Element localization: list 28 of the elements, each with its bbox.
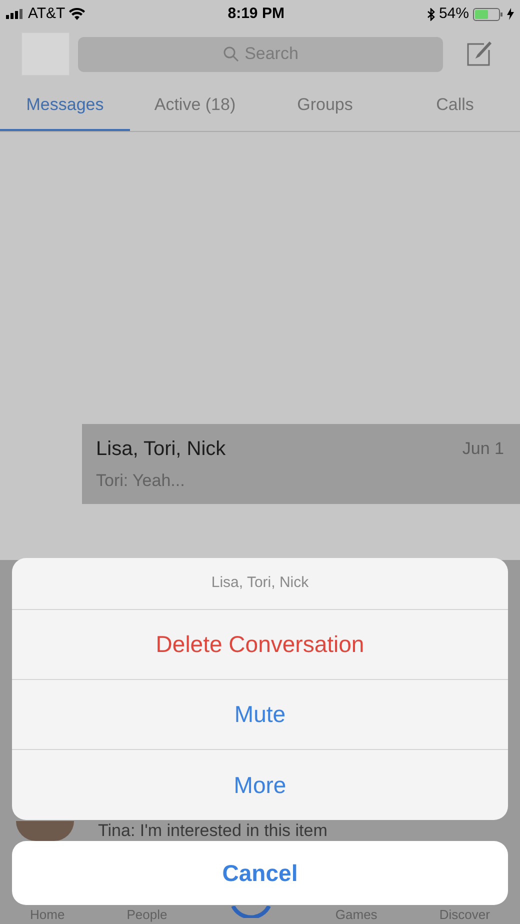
- signal-icon: [6, 9, 24, 19]
- charging-icon: [507, 8, 514, 20]
- sheet-title: Lisa, Tori, Nick: [12, 558, 508, 610]
- sheet-action[interactable]: Mute: [12, 680, 508, 750]
- bottom-tab[interactable]: Games: [335, 906, 378, 923]
- tab[interactable]: Calls: [390, 80, 520, 131]
- bluetooth-icon: [426, 8, 435, 20]
- battery-percent: 54%: [438, 4, 469, 24]
- conversation-row[interactable]: Lisa, Tori, Nick Jun 1 Tori: Yeah...: [82, 424, 520, 504]
- compose-icon: [466, 41, 492, 67]
- bottom-tab[interactable]: People: [126, 906, 168, 923]
- contact-name: Lisa, Tori, Nick: [96, 437, 226, 462]
- search-icon: [222, 46, 239, 62]
- sheet-action[interactable]: More: [12, 750, 508, 820]
- tab[interactable]: Messages: [0, 80, 130, 131]
- message-preview: Tina: I'm interested in this item: [98, 821, 328, 840]
- sheet-action[interactable]: Delete Conversation: [12, 610, 508, 680]
- status-time: 8:19 PM: [228, 4, 284, 24]
- cancel-button[interactable]: Cancel: [12, 841, 508, 905]
- bottom-tab[interactable]: Home: [30, 906, 65, 923]
- tab[interactable]: Active (18): [130, 80, 260, 131]
- wifi-icon: [69, 8, 86, 20]
- tab[interactable]: Groups: [260, 80, 390, 131]
- bottom-tab[interactable]: Discover: [439, 906, 490, 923]
- message-preview: Tori: Yeah...: [96, 470, 186, 492]
- carrier-name: AT&T: [28, 4, 66, 24]
- message-date: Jun 1: [462, 438, 505, 460]
- battery-icon: [473, 8, 503, 20]
